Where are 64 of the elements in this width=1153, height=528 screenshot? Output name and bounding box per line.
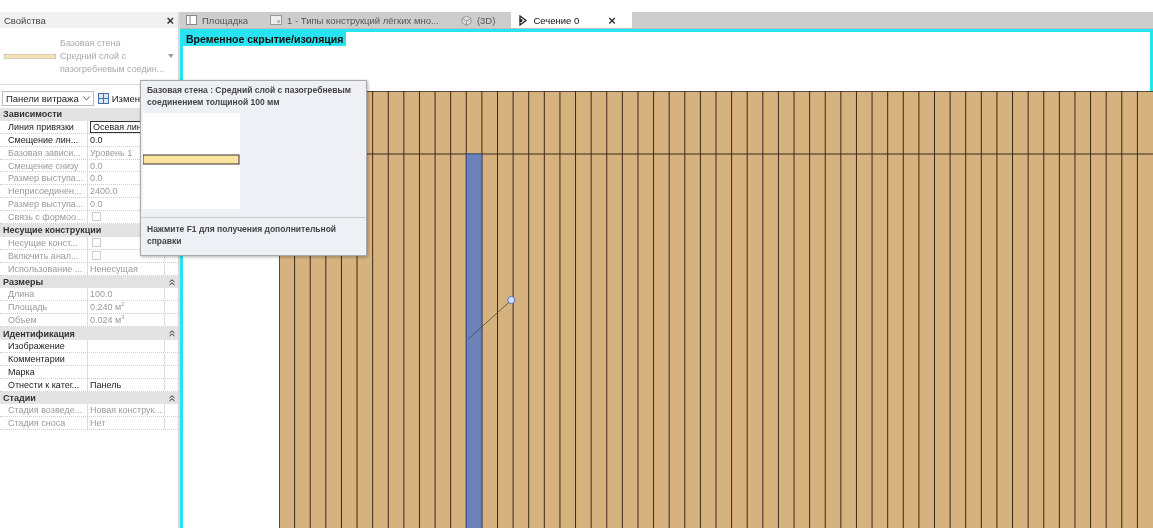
collapse-icon[interactable] <box>169 330 175 338</box>
type-name: Базовая стена <box>60 36 122 50</box>
property-label: Размер выступа... <box>8 199 84 210</box>
category-filter-dropdown[interactable]: Панели витража <box>2 90 94 106</box>
property-value: 2400.0 <box>90 186 118 197</box>
leader-line <box>467 301 510 340</box>
cube-icon <box>460 14 472 26</box>
wall-type-preview <box>4 53 56 59</box>
property-label: Комментарии <box>8 353 65 364</box>
property-label: Объем <box>8 315 37 326</box>
close-tab-button[interactable]: × <box>608 12 616 28</box>
dropdown-arrow-icon <box>168 54 174 58</box>
plan-icon <box>186 15 197 25</box>
collapse-icon[interactable] <box>169 278 175 286</box>
property-label: Изображение <box>8 341 65 352</box>
property-label: Площадь <box>8 302 48 313</box>
property-label: Размер выступа... <box>8 173 84 184</box>
property-value: 0.240 м$^{2}$ <box>90 302 125 313</box>
property-value: Уровень 1 <box>90 147 133 158</box>
sheet-icon <box>270 15 283 25</box>
view-tab[interactable]: Сечение 0 × <box>511 12 632 28</box>
property-value: Панель <box>90 379 122 390</box>
property-value: 0.0 <box>90 134 103 145</box>
property-value: 0.0 <box>90 173 103 184</box>
property-label: Несущие конст... <box>8 237 78 248</box>
property-label: Смещение снизу <box>8 160 79 171</box>
group-header: Идентификация <box>3 328 75 339</box>
group-header: Размеры <box>3 277 44 287</box>
close-button[interactable]: × <box>166 13 174 27</box>
group-header: Несущие конструкции <box>3 225 102 236</box>
grip-handle[interactable] <box>507 296 516 304</box>
collapse-icon[interactable] <box>169 394 175 402</box>
type-name: пазогребневым соедин... <box>60 62 165 76</box>
property-label: Неприсоединен... <box>8 186 82 197</box>
property-label: Линия привязки <box>8 121 74 132</box>
property-label: Марка <box>8 366 35 377</box>
property-value: 0.024 м$^{3}$ <box>90 315 125 326</box>
property-label: Длина <box>8 289 35 300</box>
edit-type-button[interactable]: Измен <box>97 92 140 104</box>
property-value: 100.0 <box>90 289 113 300</box>
view-tab[interactable]: 1 - Типы конструкций лёгких мно... <box>264 12 455 28</box>
property-label: Использование ... <box>8 263 83 274</box>
view-tab[interactable]: Площадка <box>180 12 265 28</box>
section-icon <box>517 14 529 26</box>
chevron-down-icon <box>82 95 90 101</box>
property-label: Включить анал... <box>8 250 79 261</box>
property-label: Связь с формоо... <box>8 212 84 223</box>
property-value: 0.0 <box>90 199 103 210</box>
property-value: Нет <box>90 418 106 429</box>
temporary-isolation-banner: Временное скрытие/изоляция <box>183 32 347 46</box>
type-name: Средний слой с <box>60 49 127 63</box>
property-value: Новая конструк... <box>90 405 163 416</box>
group-header: Стадии <box>3 393 36 404</box>
property-label: Отнести к катег... <box>8 379 80 390</box>
property-value: 0.0 <box>90 160 103 171</box>
property-value: Ненесущая <box>90 263 138 274</box>
property-label: Базовая зависи... <box>8 147 81 158</box>
view-tab[interactable]: (3D) <box>454 12 512 28</box>
group-header: Зависимости <box>3 109 63 120</box>
property-label: Смещение лин... <box>8 134 79 145</box>
grid-icon <box>97 92 109 104</box>
panel-title: Свойства <box>4 14 46 26</box>
property-label: Стадия сноса <box>8 418 66 429</box>
property-label: Стадия возведе... <box>8 405 83 416</box>
